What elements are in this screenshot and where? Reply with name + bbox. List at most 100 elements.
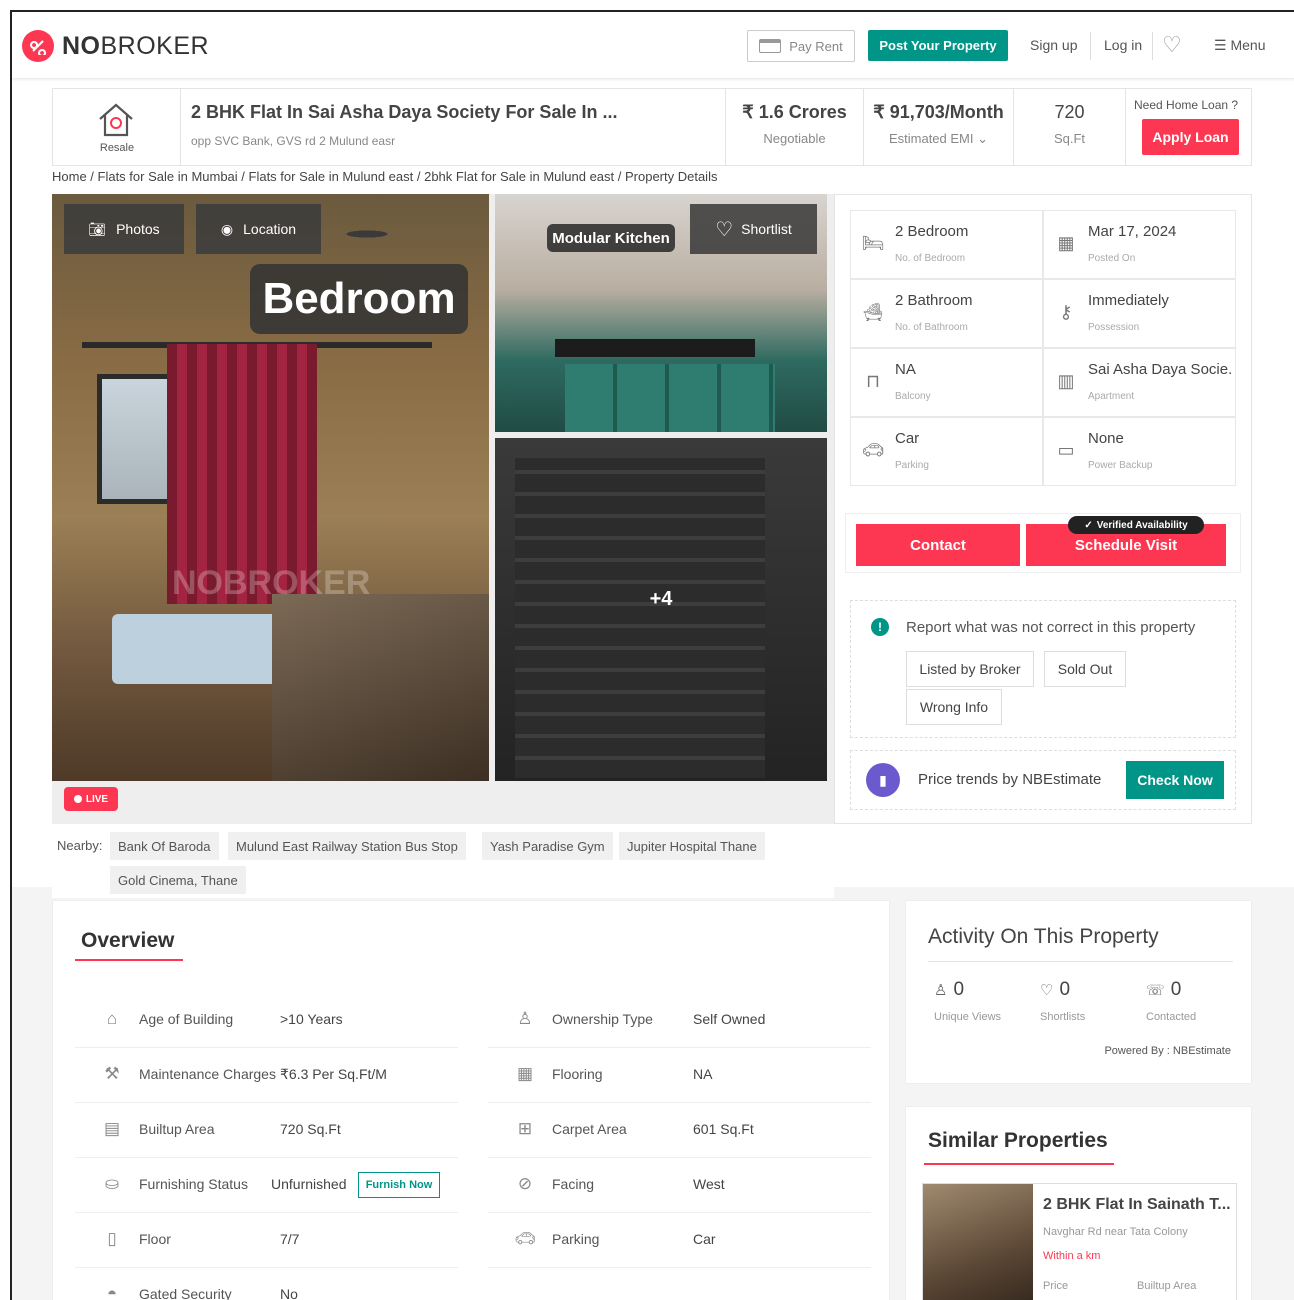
nearby-places: Nearby: Bank Of Baroda Mulund East Railw…: [52, 832, 834, 898]
similar-card-address: Navghar Rd near Tata Colony: [1043, 1226, 1188, 1238]
overview-row-furnishing: ⛀ Furnishing Status Unfurnished Furnish …: [75, 1158, 458, 1213]
heart-icon: ♡: [715, 218, 734, 241]
fact-possession: ⚷ Immediately Possession: [1043, 279, 1236, 348]
area-value: 720: [1054, 102, 1085, 122]
heart-icon: ♡: [1040, 982, 1054, 999]
emi-label: Estimated EMI ⌄: [888, 131, 989, 146]
overview-value: 7/7: [280, 1231, 300, 1247]
nearby-chip[interactable]: Jupiter Hospital Thane: [619, 832, 765, 860]
check-now-button[interactable]: Check Now: [1126, 761, 1224, 799]
hamburger-icon: ☰: [1214, 37, 1227, 53]
card-icon: [759, 39, 782, 53]
overview-value: 720 Sq.Ft: [280, 1121, 341, 1137]
furnish-now-button[interactable]: Furnish Now: [358, 1172, 440, 1198]
overview-row-carpet: ⊞ Carpet Area 601 Sq.Ft: [488, 1103, 871, 1158]
home-loan-cell: Need Home Loan ? Apply Loan: [1126, 89, 1253, 165]
shortlist-heart-icon[interactable]: ♡: [1162, 32, 1182, 58]
overview-value: 601 Sq.Ft: [693, 1121, 754, 1137]
powered-by: Powered By : NBEstimate: [1104, 1045, 1231, 1057]
activity-divider: [928, 961, 1233, 962]
activity-panel: Activity On This Property ♙ 0 Unique View…: [905, 900, 1252, 1084]
cabinet-graphic: [565, 364, 775, 432]
area-cell: 720 Sq.Ft: [1014, 89, 1126, 165]
contact-button[interactable]: Contact: [856, 524, 1020, 566]
compass-icon: ⊘: [517, 1174, 533, 1193]
menu-button[interactable]: ☰ Menu: [1214, 37, 1265, 54]
shortlist-button[interactable]: ♡ Shortlist: [690, 204, 817, 254]
kitchen-photo[interactable]: Modular Kitchen ♡ Shortlist: [495, 194, 827, 432]
overview-row-facing: ⊘ Facing West: [488, 1158, 871, 1213]
photos-button[interactable]: 📷︎ Photos: [64, 204, 184, 254]
nearby-chip[interactable]: Yash Paradise Gym: [482, 832, 613, 860]
stat-value: 0: [953, 979, 965, 1000]
top-header: NOBROKER Pay Rent Post Your Property Sig…: [12, 12, 1294, 78]
activity-title: Activity On This Property: [928, 925, 1159, 948]
report-chip-sold-out[interactable]: Sold Out: [1044, 651, 1126, 687]
signup-link[interactable]: Sign up: [1030, 37, 1077, 53]
building-graphic: [515, 458, 765, 778]
header-divider: [1090, 32, 1091, 60]
fact-value: None: [1088, 430, 1124, 447]
resale-label: Resale: [99, 142, 135, 154]
floor-icon: ▯: [107, 1229, 117, 1248]
pay-rent-button[interactable]: Pay Rent: [747, 30, 855, 62]
nobroker-logo[interactable]: NOBROKER: [22, 30, 209, 62]
similar-underline: [924, 1163, 1114, 1165]
post-property-button[interactable]: Post Your Property: [868, 30, 1008, 61]
overview-label: Age of Building: [139, 1011, 234, 1027]
resale-badge: Resale: [53, 89, 181, 165]
overview-label: Furnishing Status: [139, 1176, 248, 1192]
fact-value: NA: [895, 361, 916, 378]
owner-icon: ♙: [517, 1009, 533, 1028]
overview-label: Flooring: [552, 1066, 603, 1082]
nearby-chip[interactable]: Gold Cinema, Thane: [110, 866, 246, 894]
nearby-chip[interactable]: Bank Of Baroda: [110, 832, 219, 860]
live-label: LIVE: [85, 793, 109, 805]
report-chip-listed-by-broker[interactable]: Listed by Broker: [906, 651, 1034, 687]
overview-value: Self Owned: [693, 1011, 766, 1027]
overview-value: NA: [693, 1066, 713, 1082]
logo-text: NOBROKER: [62, 31, 210, 60]
header-divider: [1152, 32, 1153, 60]
similar-property-photo: [923, 1184, 1033, 1300]
similar-title: Similar Properties: [928, 1129, 1108, 1152]
overview-underline: [75, 959, 183, 961]
similar-property-card[interactable]: 2 BHK Flat In Sainath T... Navghar Rd ne…: [922, 1183, 1237, 1300]
property-title: 2 BHK Flat In Sai Asha Daya Society For …: [191, 102, 618, 122]
verified-availability-badge: ✓ Verified Availability: [1068, 516, 1204, 534]
fact-value: Immediately: [1088, 292, 1169, 309]
price-trend-text: Price trends by NBEstimate: [918, 771, 1102, 788]
window-graphic: [97, 374, 175, 504]
report-chip-wrong-info[interactable]: Wrong Info: [906, 689, 1002, 725]
overview-section: Overview ⌂ Age of Building >10 Years ⚒ M…: [52, 900, 890, 1300]
overview-value: Car: [693, 1231, 716, 1247]
watermark: NOBROKER: [172, 564, 371, 602]
overview-row-builtup: ▤ Builtup Area 720 Sq.Ft: [75, 1103, 458, 1158]
loan-question: Need Home Loan ?: [1134, 98, 1239, 112]
fact-label: Balcony: [895, 391, 931, 402]
fact-value: Sai Asha Daya Socie...: [1088, 361, 1233, 378]
fact-bedroom: 🛏︎ 2 Bedroom No. of Bedroom: [850, 210, 1043, 279]
stat-value: 0: [1170, 979, 1182, 1000]
login-link[interactable]: Log in: [1104, 37, 1142, 53]
similar-card-title: 2 BHK Flat In Sainath T...: [1043, 1196, 1231, 1213]
bed-graphic: [272, 594, 489, 781]
price-negotiable: Negotiable: [763, 131, 826, 146]
price-value: ₹ 1.6 Crores: [742, 102, 847, 122]
breadcrumb[interactable]: Home / Flats for Sale in Mumbai / Flats …: [52, 169, 717, 184]
nearby-chip[interactable]: Mulund East Railway Station Bus Stop: [228, 832, 466, 860]
location-button[interactable]: ◉ Location: [196, 204, 321, 254]
apply-loan-button[interactable]: Apply Loan: [1142, 119, 1239, 155]
builtup-icon: ▤: [103, 1119, 121, 1138]
building-photo[interactable]: +4: [495, 438, 827, 781]
emi-cell[interactable]: ₹ 91,703/Month Estimated EMI ⌄: [864, 89, 1014, 165]
bedroom-photo[interactable]: NOBROKER Bedroom: [52, 194, 489, 781]
fact-value: 2 Bathroom: [895, 292, 973, 309]
logo-icon: [22, 30, 54, 62]
camera-icon: 📷︎: [88, 220, 107, 237]
fact-value: 2 Bedroom: [895, 223, 969, 240]
chart-icon: ▮: [866, 763, 900, 797]
overview-label: Facing: [552, 1176, 595, 1192]
fact-value: Car: [895, 430, 920, 447]
nearby-label: Nearby:: [57, 838, 103, 853]
